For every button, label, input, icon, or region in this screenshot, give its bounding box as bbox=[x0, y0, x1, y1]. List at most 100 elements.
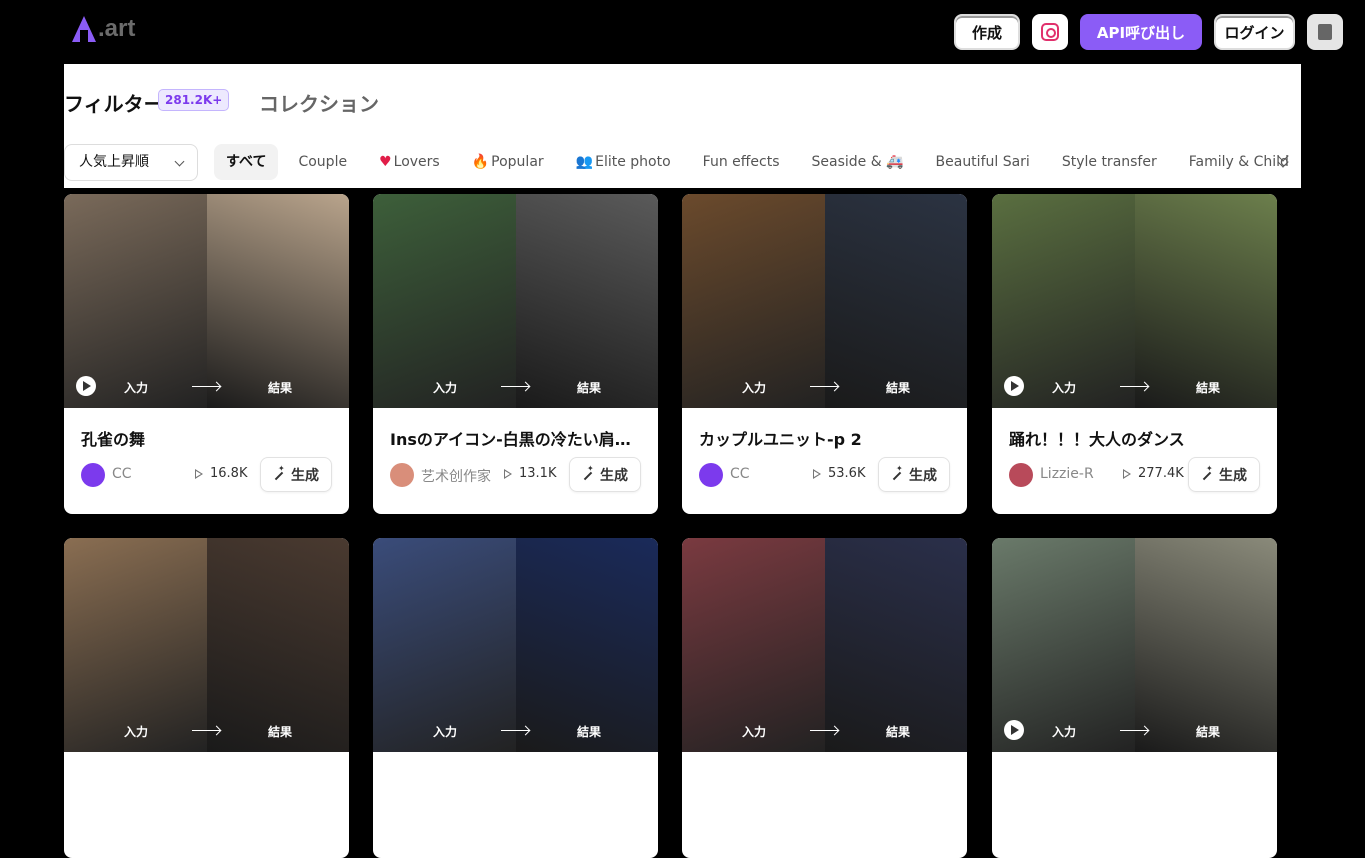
generate-button[interactable]: 生成 bbox=[1188, 457, 1260, 492]
category-list: すべて Couple ♥ Lovers 🔥 Popular 👥 Elite photo Fun … bbox=[214, 144, 1309, 180]
category-chip[interactable]: すべて bbox=[214, 144, 279, 180]
card-title: 踊れ！！！大人のダンス bbox=[1009, 430, 1185, 449]
category-chip[interactable]: Fun effects bbox=[691, 144, 792, 180]
chevron-down-icon bbox=[174, 156, 185, 167]
category-chip[interactable]: Couple bbox=[286, 144, 359, 180]
menu-icon bbox=[1318, 24, 1332, 40]
input-image bbox=[682, 538, 825, 752]
tab-filter[interactable]: フィルター bbox=[64, 88, 164, 117]
api-button[interactable]: API呼び出し bbox=[1080, 14, 1202, 50]
template-card[interactable]: 入力 結果 bbox=[373, 538, 658, 858]
input-label: 入力 bbox=[1052, 725, 1077, 739]
category-chip[interactable]: 🔥 Popular bbox=[460, 144, 556, 180]
result-image bbox=[825, 538, 967, 752]
arrow-right-icon bbox=[192, 386, 220, 387]
sort-select[interactable]: 人気上昇順 bbox=[64, 144, 198, 181]
instagram-icon bbox=[1041, 23, 1059, 41]
generate-label: 生成 bbox=[1219, 467, 1247, 484]
category-chip[interactable]: ♥ Lovers bbox=[367, 144, 452, 180]
magic-wand-icon bbox=[891, 464, 903, 481]
card-thumbnail[interactable]: 入力 結果 bbox=[373, 194, 658, 408]
arrow-right-icon bbox=[1120, 386, 1148, 387]
category-label: Beautiful Sari bbox=[935, 154, 1030, 170]
avatar[interactable] bbox=[1009, 463, 1033, 487]
view-count-value: 277.4K bbox=[1138, 466, 1184, 481]
arrow-right-icon bbox=[501, 730, 529, 731]
template-card[interactable]: 入力 結果 bbox=[64, 538, 349, 858]
author-name[interactable]: 艺术创作家 bbox=[421, 466, 491, 486]
template-card[interactable]: 入力 結果カップルユニット-p 2 CC 53.6K 生成 bbox=[682, 194, 967, 514]
result-label: 結果 bbox=[1196, 381, 1221, 395]
instagram-button[interactable] bbox=[1032, 14, 1068, 50]
input-label: 入力 bbox=[433, 725, 458, 739]
sort-select-label: 人気上昇順 bbox=[79, 154, 149, 170]
author-name[interactable]: CC bbox=[730, 466, 750, 482]
category-label: Style transfer bbox=[1061, 154, 1157, 170]
result-label: 結果 bbox=[886, 381, 911, 395]
input-label: 入力 bbox=[1052, 381, 1077, 395]
input-image bbox=[373, 538, 516, 752]
template-card[interactable]: 入力 結果 bbox=[992, 538, 1277, 858]
logo[interactable]: .art bbox=[72, 14, 135, 44]
menu-button[interactable] bbox=[1307, 14, 1343, 50]
result-label: 結果 bbox=[268, 725, 293, 739]
play-icon[interactable] bbox=[76, 376, 96, 396]
result-image bbox=[1135, 538, 1277, 752]
expand-categories-icon[interactable] bbox=[1277, 150, 1289, 168]
category-label: すべて bbox=[226, 154, 267, 170]
view-count: 16.8K bbox=[195, 466, 247, 481]
top-bar: .art 作成 API呼び出し ログイン bbox=[0, 0, 1365, 64]
category-label: Family & Child bbox=[1188, 154, 1289, 170]
generate-label: 生成 bbox=[909, 467, 937, 484]
result-label: 結果 bbox=[577, 725, 602, 739]
view-count-value: 13.1K bbox=[519, 466, 557, 481]
card-thumbnail[interactable]: 入力 結果 bbox=[682, 194, 967, 408]
template-card[interactable]: 入力 結果 bbox=[682, 538, 967, 858]
category-chip[interactable]: 👥 Elite photo bbox=[564, 144, 683, 180]
card-thumbnail[interactable]: 入力 結果 bbox=[64, 538, 349, 752]
template-card[interactable]: 入力 結果孔雀の舞 CC 16.8K 生成 bbox=[64, 194, 349, 514]
category-label: Couple bbox=[298, 154, 348, 170]
play-icon[interactable] bbox=[1004, 720, 1024, 740]
tab-collection[interactable]: コレクション bbox=[259, 88, 379, 117]
card-thumbnail[interactable]: 入力 結果 bbox=[64, 194, 349, 408]
fire-icon: 🔥 bbox=[471, 154, 490, 170]
generate-button[interactable]: 生成 bbox=[878, 457, 950, 492]
card-thumbnail[interactable]: 入力 結果 bbox=[373, 538, 658, 752]
category-chip[interactable]: Style transfer bbox=[1050, 144, 1169, 180]
avatar[interactable] bbox=[81, 463, 105, 487]
category-chip[interactable]: Seaside & 🚑 bbox=[800, 144, 916, 180]
arrow-right-icon bbox=[192, 730, 220, 731]
view-count-value: 53.6K bbox=[828, 466, 866, 481]
generate-button[interactable]: 生成 bbox=[569, 457, 641, 492]
template-card[interactable]: 入力 結果踊れ！！！大人のダンス Lizzie-R 277.4K 生成 bbox=[992, 194, 1277, 514]
view-count: 53.6K bbox=[813, 466, 865, 481]
author-name[interactable]: Lizzie-R bbox=[1040, 466, 1094, 482]
create-button[interactable]: 作成 bbox=[954, 14, 1020, 50]
heart-icon: ♥ bbox=[379, 154, 392, 170]
card-thumbnail[interactable]: 入力 結果 bbox=[992, 538, 1277, 752]
result-image bbox=[1135, 194, 1277, 408]
input-label: 入力 bbox=[742, 381, 767, 395]
category-label: Seaside & 🚑 bbox=[811, 154, 904, 170]
avatar[interactable] bbox=[390, 463, 414, 487]
generate-button[interactable]: 生成 bbox=[260, 457, 332, 492]
category-chip[interactable]: Beautiful Sari bbox=[924, 144, 1042, 180]
count-badge: 281.2K+ bbox=[158, 89, 230, 111]
arrow-right-icon bbox=[810, 386, 838, 387]
login-button[interactable]: ログイン bbox=[1214, 14, 1295, 50]
generate-label: 生成 bbox=[291, 467, 319, 484]
card-title: 孔雀の舞 bbox=[81, 430, 146, 449]
play-icon[interactable] bbox=[1004, 376, 1024, 396]
logo-mark-icon bbox=[72, 16, 96, 42]
card-title: カップルユニット-p 2 bbox=[699, 430, 862, 449]
generate-label: 生成 bbox=[600, 467, 628, 484]
template-card[interactable]: 入力 結果 Insのアイコン-白黒の冷たい肩で… 艺术创作家 13.1K 生成 bbox=[373, 194, 658, 514]
view-count-value: 16.8K bbox=[210, 466, 248, 481]
card-thumbnail[interactable]: 入力 結果 bbox=[682, 538, 967, 752]
avatar[interactable] bbox=[699, 463, 723, 487]
author-name[interactable]: CC bbox=[112, 466, 132, 482]
category-label: Lovers bbox=[393, 154, 440, 170]
card-thumbnail[interactable]: 入力 結果 bbox=[992, 194, 1277, 408]
filter-panel: フィルター 281.2K+ コレクション 人気上昇順 すべて Couple ♥ Lov… bbox=[64, 64, 1301, 188]
